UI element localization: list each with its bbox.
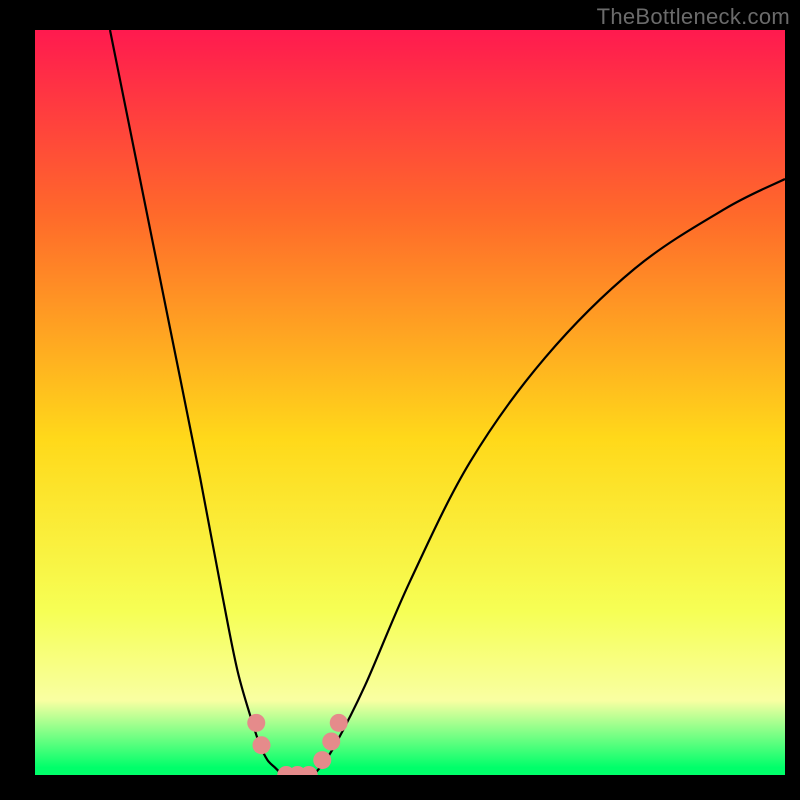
bottleneck-chart <box>0 0 800 800</box>
data-marker <box>322 732 340 750</box>
watermark-text: TheBottleneck.com <box>597 4 790 30</box>
data-marker <box>247 714 265 732</box>
chart-frame: TheBottleneck.com <box>0 0 800 800</box>
data-marker <box>330 714 348 732</box>
data-marker <box>300 766 318 784</box>
data-marker <box>313 751 331 769</box>
plot-background <box>35 30 785 775</box>
data-marker <box>253 736 271 754</box>
